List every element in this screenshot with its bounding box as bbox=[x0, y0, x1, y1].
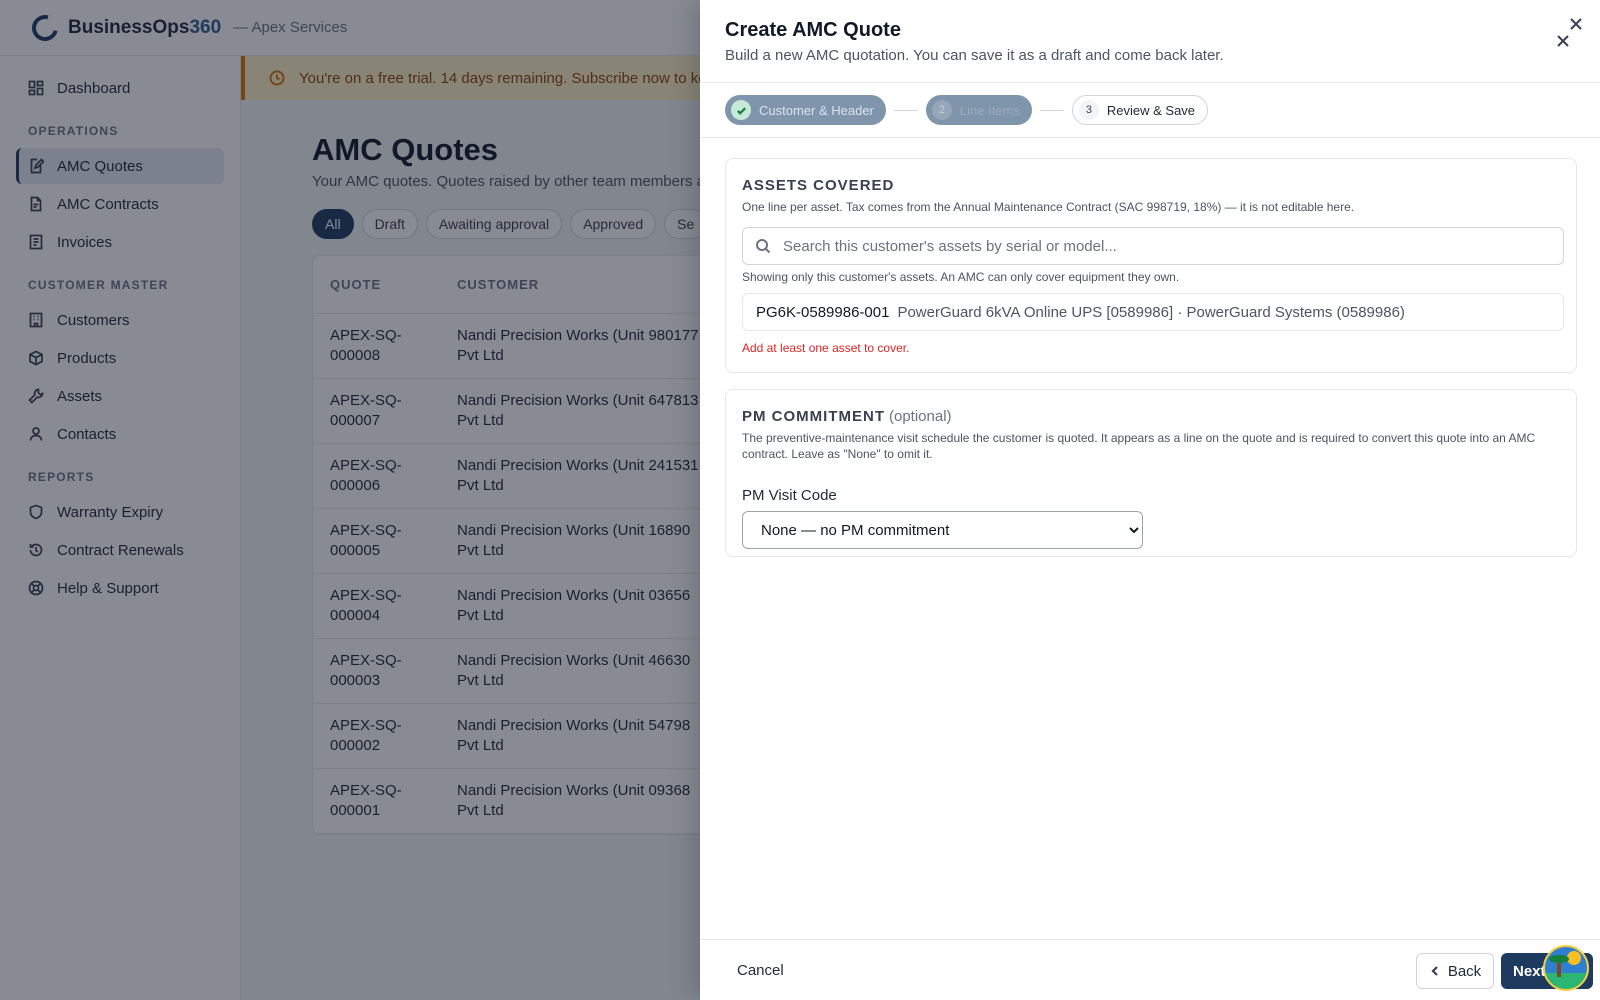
pm-visit-code-label: PM Visit Code bbox=[742, 487, 837, 504]
pm-commitment-card: PM COMMITMENT (optional) The preventive-m… bbox=[725, 389, 1577, 557]
close-icon bbox=[1557, 35, 1569, 47]
step-customer-header[interactable]: Customer & Header bbox=[725, 95, 886, 125]
close-icon bbox=[1570, 18, 1582, 30]
asset-description: PowerGuard 6kVA Online UPS [0589986] · P… bbox=[897, 303, 1405, 321]
step-line-items[interactable]: 2 Line Items bbox=[925, 95, 1032, 125]
asset-serial: PG6K-0589986-001 bbox=[756, 303, 890, 321]
cancel-button[interactable]: Cancel bbox=[737, 962, 784, 979]
step-label: Line Items bbox=[959, 102, 1020, 118]
drawer-title: Create AMC Quote bbox=[725, 19, 901, 41]
step-number: 2 bbox=[931, 100, 952, 120]
next-button-label: Next bbox=[1513, 962, 1546, 980]
drawer-subtitle: Build a new AMC quotation. You can save … bbox=[725, 47, 1224, 64]
pm-visit-code-select[interactable]: None — no PM commitment bbox=[742, 511, 1143, 549]
assets-heading: ASSETS COVERED bbox=[742, 177, 895, 194]
close-drawer-button[interactable] bbox=[1553, 31, 1573, 51]
asset-search-result[interactable]: PG6K-0589986-001 PowerGuard 6kVA Online … bbox=[742, 293, 1564, 331]
assets-description: One line per asset. Tax comes from the A… bbox=[742, 200, 1355, 214]
step-connector bbox=[893, 109, 918, 111]
step-number: 3 bbox=[1078, 100, 1099, 120]
asset-search-input[interactable] bbox=[783, 237, 1543, 255]
pm-heading: PM COMMITMENT (optional) bbox=[742, 408, 952, 425]
drawer-footer: Cancel Back Next bbox=[700, 939, 1600, 1000]
check-icon bbox=[731, 100, 751, 120]
optional-label: (optional) bbox=[888, 408, 952, 425]
step-label: Review & Save bbox=[1106, 102, 1196, 118]
asset-search-hint: Showing only this customer's assets. An … bbox=[742, 270, 1180, 284]
chevron-left-icon bbox=[1431, 966, 1438, 976]
step-label: Customer & Header bbox=[759, 102, 874, 118]
create-quote-drawer: Create AMC Quote Build a new AMC quotati… bbox=[700, 0, 1600, 1000]
drawer-header: Create AMC Quote Build a new AMC quotati… bbox=[700, 0, 1600, 83]
pm-description: The preventive-maintenance visit schedul… bbox=[742, 431, 1536, 461]
wizard-stepper: Customer & Header 2 Line Items 3 Review … bbox=[700, 83, 1600, 138]
assets-covered-card: ASSETS COVERED One line per asset. Tax c… bbox=[725, 158, 1577, 373]
back-button-label: Back bbox=[1447, 962, 1482, 980]
asset-search[interactable] bbox=[742, 227, 1564, 265]
search-icon bbox=[756, 239, 771, 254]
step-review-save[interactable]: 3 Review & Save bbox=[1071, 95, 1209, 125]
validation-error: Add at least one asset to cover. bbox=[742, 341, 910, 355]
back-button[interactable]: Back bbox=[1416, 953, 1494, 989]
step-connector bbox=[1039, 109, 1064, 111]
assistant-avatar-icon[interactable] bbox=[1543, 945, 1589, 991]
